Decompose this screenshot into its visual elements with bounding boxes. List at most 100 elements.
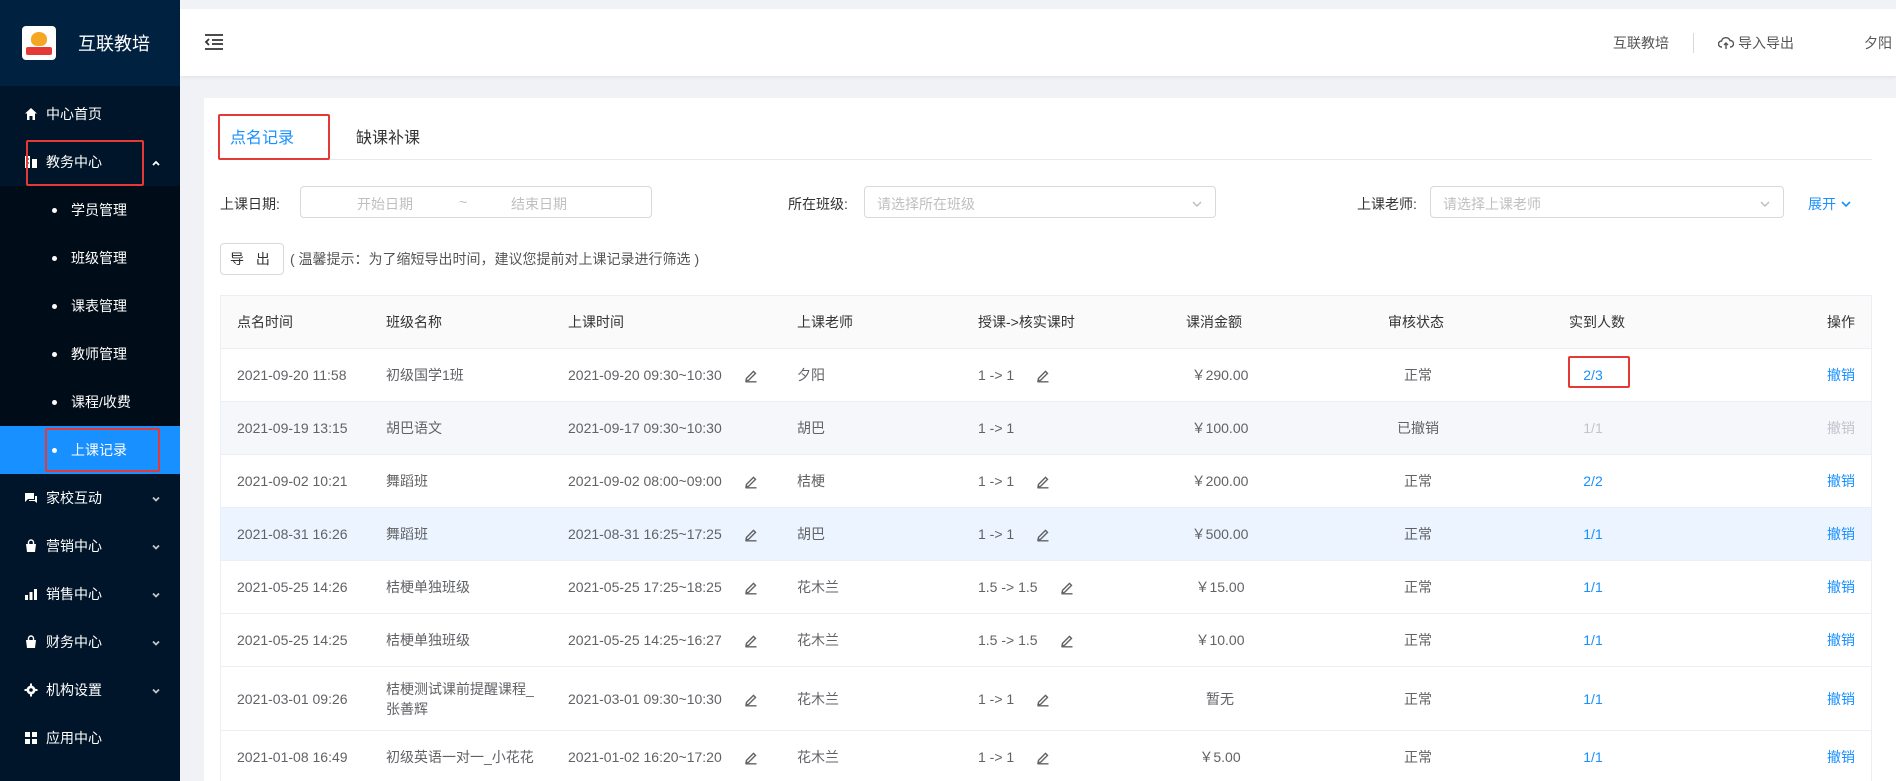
user-name[interactable]: 夕阳 (1864, 33, 1896, 53)
lesson-time-cell: 2021-08-31 16:25~17:25 (568, 526, 758, 542)
revoke-link[interactable]: 撤销 (1827, 630, 1855, 650)
edit-icon[interactable] (744, 475, 758, 489)
attendance-link[interactable]: 1/1 (1563, 632, 1623, 648)
hours-text: 1 -> 1 (978, 472, 1015, 489)
date-range-separator: ~ (459, 194, 468, 210)
edit-icon[interactable] (744, 751, 758, 765)
table-row[interactable]: 2021-09-02 10:21 舞蹈班 2021-09-02 08:00~09:0… (221, 454, 1871, 507)
edit-icon[interactable] (1036, 751, 1050, 765)
bullet-icon (52, 255, 57, 261)
table-row[interactable]: 2021-03-01 09:26 桔梗测试课前提醒课程_ 张善辉 2021-03-01… (221, 666, 1871, 730)
top-header: 互联教培 导入导出 夕阳 (180, 0, 1896, 76)
edit-icon[interactable] (1036, 693, 1050, 707)
attendance-link[interactable]: 1/1 (1563, 579, 1623, 595)
status-cell: 正常 (1404, 526, 1432, 542)
sidebar-item-students[interactable]: 学员管理 (0, 186, 180, 234)
table-row[interactable]: 2021-01-08 16:49 初级英语一对一_小花花 2021-01-02 16… (221, 730, 1871, 781)
menu-collapse-icon[interactable] (204, 33, 224, 51)
sidebar-item-academic[interactable]: 教务中心 (0, 138, 180, 186)
sidebar-item-courses[interactable]: 课程/收费 (0, 378, 180, 426)
edit-icon[interactable] (744, 693, 758, 707)
teacher-cell: 花木兰 (797, 749, 839, 765)
table-row[interactable]: 2021-09-20 11:58 初级国学1班 2021-09-20 09:30~1… (221, 348, 1871, 401)
lesson-time-text: 2021-01-02 16:20~17:20 (568, 748, 722, 765)
edit-icon[interactable] (744, 369, 758, 383)
sidebar-item-apps[interactable]: 应用中心 (0, 714, 180, 762)
edit-icon[interactable] (744, 581, 758, 595)
class-name-line: 张善辉 (386, 700, 428, 717)
sidebar-item-settings[interactable]: 机构设置 (0, 666, 180, 714)
teacher-select[interactable]: 请选择上课老师 (1430, 186, 1784, 218)
bullet-icon (52, 303, 57, 309)
sidebar-item-home[interactable]: 中心首页 (0, 90, 180, 138)
table-row[interactable]: 2021-09-19 13:15 胡巴语文 2021-09-17 09:30~10:… (221, 401, 1871, 454)
hours-text: 1 -> 1 (978, 690, 1015, 707)
lesson-time-cell: 2021-05-25 17:25~18:25 (568, 579, 758, 595)
revoke-link[interactable]: 撤销 (1827, 689, 1855, 709)
edit-icon[interactable] (1036, 475, 1050, 489)
col-action: 操作 (1827, 314, 1855, 330)
edit-icon[interactable] (1036, 369, 1050, 383)
tab-makeup-lessons[interactable]: 缺课补课 (356, 124, 420, 148)
tab-roll-call-records[interactable]: 点名记录 (230, 124, 294, 148)
revoke-link[interactable]: 撤销 (1827, 747, 1855, 767)
lesson-time-cell: 2021-01-02 16:20~17:20 (568, 749, 758, 765)
attendance-link[interactable]: 1/1 (1563, 749, 1623, 765)
edit-icon[interactable] (1060, 581, 1074, 595)
class-cell: 舞蹈班 (386, 473, 428, 489)
amount-cell: ￥290.00 (1191, 367, 1249, 383)
attendance-link[interactable]: 1/1 (1563, 526, 1623, 542)
sidebar-item-sales[interactable]: 销售中心 (0, 570, 180, 618)
edit-icon[interactable] (1060, 634, 1074, 648)
expand-filters-link[interactable]: 展开 (1808, 194, 1852, 214)
table-row[interactable]: 2021-05-25 14:25 桔梗单独班级 2021-05-25 14:25~1… (221, 613, 1871, 666)
chevron-down-icon (150, 492, 162, 504)
export-button[interactable]: 导 出 (220, 243, 284, 275)
start-date-input[interactable]: 开始日期 (357, 194, 413, 214)
class-cell: 桔梗单独班级 (386, 579, 470, 595)
sidebar-item-lesson-records[interactable]: 上课记录 (0, 426, 180, 474)
edit-icon[interactable] (744, 634, 758, 648)
revoke-link[interactable]: 撤销 (1827, 471, 1855, 491)
roll-time-cell: 2021-03-01 09:26 (237, 690, 348, 707)
hours-cell: 1 -> 1 (978, 526, 1050, 542)
sidebar-item-finance[interactable]: 财务中心 (0, 618, 180, 666)
bullet-icon (52, 447, 57, 453)
attendance-link[interactable]: 1/1 (1563, 691, 1623, 707)
edit-icon[interactable] (1036, 528, 1050, 542)
revoke-link[interactable]: 撤销 (1827, 577, 1855, 597)
hours-cell: 1 -> 1 (978, 420, 1014, 436)
sidebar-item-timetable[interactable]: 课表管理 (0, 282, 180, 330)
attendance-link[interactable]: 2/3 (1563, 367, 1623, 383)
sidebar-item-marketing[interactable]: 营销中心 (0, 522, 180, 570)
org-name-link[interactable]: 互联教培 (1589, 33, 1693, 53)
logo-icon (22, 26, 56, 60)
sidebar-item-classes[interactable]: 班级管理 (0, 234, 180, 282)
logo[interactable]: 互联教培 (0, 0, 180, 86)
content-card: 点名记录 缺课补课 上课日期: 开始日期 ~ 结束日期 所在班级: 请选择所在班… (204, 98, 1896, 781)
class-select-placeholder: 请选择所在班级 (877, 196, 975, 212)
edit-icon[interactable] (744, 528, 758, 542)
filter-bar: 上课日期: 开始日期 ~ 结束日期 所在班级: 请选择所在班级 上课老师: 请选… (220, 186, 1872, 218)
table-row[interactable]: 2021-08-31 16:26 舞蹈班 2021-08-31 16:25~17:2… (221, 507, 1871, 560)
bullet-icon (52, 207, 57, 213)
hours-cell: 1.5 -> 1.5 (978, 579, 1074, 595)
class-select[interactable]: 请选择所在班级 (864, 186, 1216, 218)
teacher-cell: 桔梗 (797, 473, 825, 489)
export-row: 导 出 ( 温馨提示：为了缩短导出时间，建议您提前对上课记录进行筛选 ) (220, 243, 699, 275)
attendance-link[interactable]: 2/2 (1563, 473, 1623, 489)
table-row[interactable]: 2021-05-25 14:26 桔梗单独班级 2021-05-25 17:25~1… (221, 560, 1871, 613)
col-roll-time: 点名时间 (237, 314, 293, 330)
date-range-picker[interactable]: 开始日期 ~ 结束日期 (300, 186, 652, 218)
table-header: 点名时间 班级名称 上课时间 上课老师 授课->核实课时 课消金额 审核状态 实… (221, 296, 1871, 348)
sidebar-item-home-school[interactable]: 家校互动 (0, 474, 180, 522)
revoke-link[interactable]: 撤销 (1827, 365, 1855, 385)
chevron-down-icon (1191, 197, 1203, 209)
sidebar-menu: 中心首页 教务中心 学员管理 班级管理 课表管理 教师管理 课程/收费 上课记录… (0, 90, 180, 762)
sidebar-item-teachers[interactable]: 教师管理 (0, 330, 180, 378)
end-date-input[interactable]: 结束日期 (511, 194, 567, 214)
revoke-link[interactable]: 撤销 (1827, 524, 1855, 544)
sidebar-item-label: 教师管理 (71, 346, 127, 362)
bullet-icon (52, 351, 57, 357)
import-export-button[interactable]: 导入导出 (1694, 33, 1864, 53)
